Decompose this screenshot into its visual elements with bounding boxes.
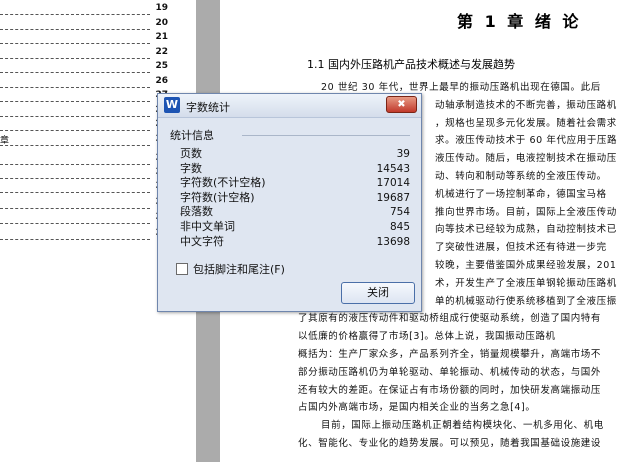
body-text-line: 还有较大的差距。在保证占有市场份额的同时，加快研发高端振动压: [298, 384, 602, 396]
stat-value: 845: [389, 221, 410, 233]
body-text-line: 化、智能化、专业化的趋势发展。可以预见，随着我国基础设施建设: [298, 438, 602, 449]
word-count-dialog: W 字数统计 ✖ 统计信息 页数 39 字数 14543 字符数(不计空格) 17014 字…: [157, 93, 422, 312]
body-text-line: ，规格也呈现多元化发展。随着社会需求: [435, 117, 617, 129]
toc-leader-line: [0, 46, 150, 59]
body-text-line: 动、转向和制动等系统的全液压传动。: [435, 171, 607, 182]
stats-group-label: 统计信息: [170, 127, 217, 143]
stat-row: 字符数(计空格) 19687: [180, 191, 410, 205]
toc-leader-line: [0, 180, 150, 193]
body-text-line: 目前，国际上振动压路机正朝着结构模块化、一机多用化、机电: [321, 420, 604, 432]
stat-label: 字符数(计空格): [180, 190, 255, 204]
toc-leader-line: [0, 152, 150, 165]
close-icon[interactable]: ✖: [386, 96, 417, 113]
stat-value: 39: [396, 148, 410, 160]
body-text-line: 部分振动压路机仍为单轮驱动、单轮振动、机械传动的状态，与国外: [298, 366, 602, 378]
toc-page-number: 22: [155, 47, 168, 57]
toc-leader-line: [0, 89, 150, 102]
body-text-line: 较晚，主要借鉴国外成果经验发展，201: [435, 260, 617, 271]
stat-value: 19687: [376, 191, 410, 204]
stat-label: 字数: [180, 161, 202, 175]
stat-value: 17014: [376, 177, 410, 190]
close-button[interactable]: 关闭: [341, 282, 415, 304]
stat-value: 13698: [376, 235, 410, 248]
stat-row: 段落数 754: [180, 205, 410, 219]
stat-row: 字符数(不计空格) 17014: [180, 176, 410, 190]
stat-value: 754: [389, 206, 410, 219]
body-text-line: 单的机械驱动行使系统移植到了全液压振: [435, 295, 617, 307]
toc-page-number: 26: [155, 76, 168, 86]
group-divider: [242, 135, 410, 136]
toc-leader-line: [0, 118, 150, 131]
stat-label: 字符数(不计空格): [180, 176, 266, 190]
include-footnotes-checkbox[interactable]: [176, 263, 188, 275]
toc-fragment: 章: [0, 136, 10, 146]
toc-leader-line: [0, 196, 150, 209]
toc-leader-line: [0, 31, 150, 44]
body-text-line: 概括为：生产厂家众多，产品系列齐全，销量规模攀升，高端市场不: [298, 349, 602, 360]
section-title: 1.1 国内外压路机产品技术概述与发展趋势: [307, 58, 515, 71]
include-footnotes-label[interactable]: 包括脚注和尾注(F): [193, 261, 285, 277]
toc-leader-line: [0, 60, 150, 73]
body-text-line: 了突破性进展，但技术还有待进一步完: [435, 242, 607, 254]
dialog-title: 字数统计: [186, 101, 230, 114]
body-text-line: 向等技术已经较为成熟，自动控制技术已: [435, 224, 617, 236]
body-text-line: 推向世界市场。目前，国际上全液压传动: [435, 206, 617, 218]
body-text-line: 动轴承制造技术的不断完善，振动压路机: [435, 99, 617, 111]
stat-label: 页数: [180, 147, 202, 160]
body-text-line: 液压传动。随后，电液控制技术在振动压: [435, 153, 617, 165]
toc-leader-line: [0, 133, 150, 146]
stat-row: 中文字符 13698: [180, 235, 410, 249]
body-text-line: 了其原有的液压传动件和驱动桥组成行使驱动系统，创造了国内特有: [298, 313, 602, 325]
stat-value: 14543: [376, 162, 410, 175]
stat-label: 中文字符: [180, 234, 224, 248]
toc-leader-line: [0, 17, 150, 30]
body-text-line: 20 世纪 30 年代，世界上最早的振动压路机出现在德国。此后: [321, 82, 601, 93]
toc-page-number: 21: [155, 32, 168, 42]
toc-page-number: 25: [155, 61, 168, 71]
toc-leader-line: [0, 2, 150, 15]
toc-leader-line: [0, 211, 150, 224]
toc-page-number: 20: [155, 18, 168, 28]
toc-leader-line: [0, 227, 150, 240]
body-text-line: 术，开发生产了全液压单钢轮振动压路机: [435, 277, 617, 289]
toc-leader-line: [0, 75, 150, 88]
toc-leader-line: [0, 104, 150, 117]
toc-leader-line: [0, 166, 150, 179]
body-text-line: 求。液压传动技术于 60 年代应用于压路: [435, 135, 618, 147]
stat-row: 页数 39: [180, 147, 410, 161]
stat-row: 非中文单词 845: [180, 220, 410, 234]
body-text-line: 以低廉的价格赢得了市场[3]。总体上说，我国振动压路机: [298, 331, 556, 343]
body-text-line: 机械进行了一场控制革命，德国宝马格: [435, 188, 607, 200]
toc-page-number: 19: [155, 3, 168, 13]
body-text-line: 占国内外高端市场，是国内相关企业的当务之急[4]。: [298, 402, 536, 414]
chapter-title: 第 1 章 绪 论: [457, 12, 582, 31]
wps-writer-icon: W: [164, 97, 180, 113]
stat-row: 字数 14543: [180, 162, 410, 176]
dialog-titlebar[interactable]: W 字数统计 ✖: [158, 94, 421, 118]
stat-label: 段落数: [180, 205, 213, 219]
stat-label: 非中文单词: [180, 220, 235, 233]
